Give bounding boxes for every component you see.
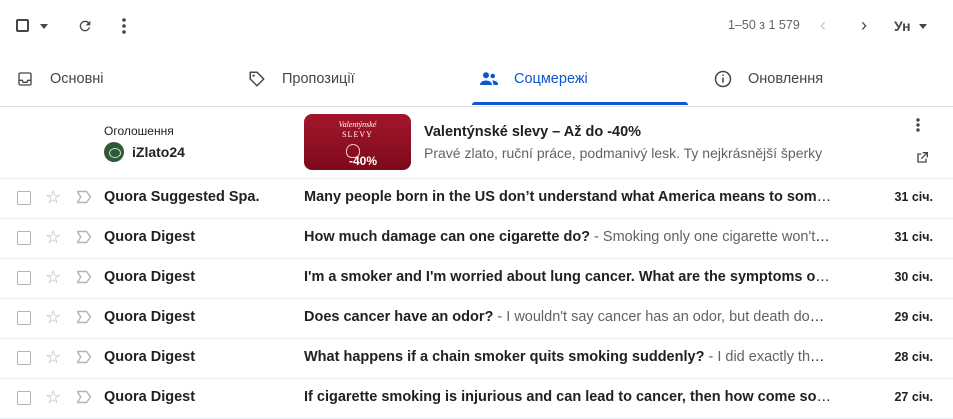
category-tabs: Основні Пропозиції Соцмережі Оновлення <box>0 52 953 107</box>
importance-marker-icon[interactable] <box>76 350 92 364</box>
email-row[interactable]: ☆ Quora Digest If cigarette smoking is inj… <box>0 378 953 419</box>
tag-icon <box>248 70 266 88</box>
row-checkbox[interactable] <box>17 231 31 245</box>
importance-marker-icon[interactable] <box>76 390 92 404</box>
row-checkbox[interactable] <box>17 391 31 405</box>
more-options-icon[interactable] <box>116 17 132 35</box>
ad-image-discount: -40% <box>348 154 377 168</box>
email-row[interactable]: ☆ Quora Digest How much damage can one cig… <box>0 218 953 259</box>
ad-label: Оголошення <box>104 124 174 138</box>
email-subject: What happens if a chain smoker quits smo… <box>304 349 705 365</box>
info-icon <box>714 70 732 88</box>
email-date: 31 січ. <box>894 230 933 244</box>
tab-updates[interactable]: Оновлення <box>714 52 823 106</box>
email-sender: Quora Digest <box>104 309 196 325</box>
input-language-label: Ун <box>894 18 911 34</box>
email-subject-line: How much damage can one cigarette do? - … <box>304 229 832 245</box>
email-subject: How much damage can one cigarette do? <box>304 229 591 245</box>
email-row[interactable]: ☆ Quora Digest I'm a smoker and I'm worrie… <box>0 258 953 299</box>
ad-sender-name: iZlato24 <box>132 144 185 160</box>
row-checkbox[interactable] <box>17 311 31 325</box>
email-row[interactable]: ☆ Quora Suggested Spa. Many people born in… <box>0 178 953 219</box>
email-subject-line: Many people born in the US don’t underst… <box>304 189 832 205</box>
email-subject: Does cancer have an odor? <box>304 309 494 325</box>
email-row[interactable]: ☆ Quora Digest Does cancer have an odor? -… <box>0 298 953 339</box>
email-date: 30 січ. <box>894 270 933 284</box>
next-page-chevron-right-icon[interactable]: › <box>861 15 867 36</box>
tab-primary[interactable]: Основні <box>16 52 104 106</box>
email-row[interactable]: ☆ Quora Digest What happens if a chain smo… <box>0 338 953 379</box>
advertiser-logo-icon <box>104 142 124 162</box>
tab-promotions[interactable]: Пропозиції <box>248 52 355 106</box>
tab-label: Пропозиції <box>282 71 355 87</box>
toolbar: 1–50 з 1 579 ‹ › Ун <box>0 0 953 52</box>
email-sender: Quora Digest <box>104 349 196 365</box>
select-dropdown-chevron-down-icon[interactable] <box>40 24 48 29</box>
tab-label: Основні <box>50 71 104 87</box>
email-date: 27 січ. <box>894 390 933 404</box>
star-icon[interactable]: ☆ <box>45 227 61 247</box>
ad-image-text-line2: SLEVY <box>342 130 373 139</box>
importance-marker-icon[interactable] <box>76 230 92 244</box>
select-all-checkbox[interactable] <box>16 19 29 32</box>
email-sender: Quora Suggested Spa. <box>104 189 260 205</box>
ad-title: Valentýnské slevy – Až do -40% <box>424 124 642 140</box>
tab-label: Оновлення <box>748 71 824 87</box>
email-snippet: - I wouldn't say cancer has an odor, but… <box>497 309 832 325</box>
email-snippet: - Smoking only one cigarette won't do th… <box>594 229 832 245</box>
email-sender: Quora Digest <box>104 229 196 245</box>
email-subject: If cigarette smoking is injurious and ca… <box>304 389 832 405</box>
row-checkbox[interactable] <box>17 191 31 205</box>
tab-social[interactable]: Соцмережі <box>480 52 588 106</box>
star-icon[interactable]: ☆ <box>45 387 61 407</box>
importance-marker-icon[interactable] <box>76 310 92 324</box>
tab-label: Соцмережі <box>514 71 588 87</box>
importance-marker-icon[interactable] <box>76 270 92 284</box>
sponsored-ad-row[interactable]: Оголошення iZlato24 Valentýnské SLEVY -4… <box>0 106 953 179</box>
star-icon[interactable]: ☆ <box>45 347 61 367</box>
star-icon[interactable]: ☆ <box>45 307 61 327</box>
email-subject-line: I'm a smoker and I'm worried about lung … <box>304 269 832 285</box>
input-language-selector[interactable]: Ун <box>894 18 927 34</box>
email-subject: Many people born in the US don’t underst… <box>304 189 832 205</box>
email-date: 28 січ. <box>894 350 933 364</box>
importance-marker-icon[interactable] <box>76 190 92 204</box>
ad-image-text-line1: Valentýnské <box>338 120 377 129</box>
row-checkbox[interactable] <box>17 271 31 285</box>
ad-more-options-icon[interactable] <box>916 118 920 137</box>
email-subject-line: If cigarette smoking is injurious and ca… <box>304 389 832 405</box>
email-sender: Quora Digest <box>104 269 196 285</box>
open-in-new-icon[interactable] <box>914 150 930 171</box>
email-date: 31 січ. <box>894 190 933 204</box>
email-subject-line: Does cancer have an odor? - I wouldn't s… <box>304 309 832 325</box>
active-tab-indicator <box>472 102 688 105</box>
email-sender: Quora Digest <box>104 389 196 405</box>
chevron-down-icon <box>918 23 927 29</box>
star-icon[interactable]: ☆ <box>45 187 61 207</box>
ad-snippet: Pravé zlato, ruční práce, podmanivý lesk… <box>424 145 823 161</box>
people-icon <box>480 70 498 88</box>
email-snippet: - I did exactly that 4 years ago <box>708 349 832 365</box>
inbox-icon <box>16 70 34 88</box>
ad-sender[interactable]: iZlato24 <box>104 142 185 162</box>
refresh-icon[interactable] <box>76 17 94 35</box>
star-icon[interactable]: ☆ <box>45 267 61 287</box>
email-date: 29 січ. <box>894 310 933 324</box>
previous-page-chevron-left-icon[interactable]: ‹ <box>820 15 826 36</box>
email-subject-line: What happens if a chain smoker quits smo… <box>304 349 832 365</box>
pagination-text: 1–50 з 1 579 <box>728 18 800 32</box>
row-checkbox[interactable] <box>17 351 31 365</box>
ad-image[interactable]: Valentýnské SLEVY -40% <box>304 114 411 170</box>
email-subject: I'm a smoker and I'm worried about lung … <box>304 269 832 285</box>
